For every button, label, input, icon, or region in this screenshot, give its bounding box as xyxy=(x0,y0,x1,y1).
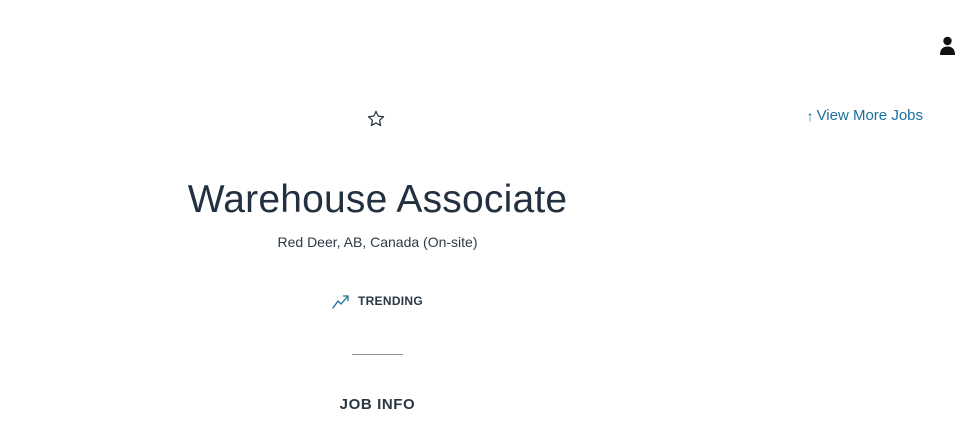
job-detail-page: ↑ View More Jobs Warehouse Associate Red… xyxy=(0,0,955,443)
arrow-up-icon: ↑ xyxy=(806,107,814,124)
job-info-heading: JOB INFO xyxy=(339,396,416,413)
star-outline-icon[interactable] xyxy=(366,109,386,129)
user-icon[interactable] xyxy=(940,36,955,56)
trending-badge: TRENDING xyxy=(0,293,755,309)
view-more-jobs-label: View More Jobs xyxy=(816,107,923,124)
trending-label: TRENDING xyxy=(357,294,424,308)
job-title: Warehouse Associate xyxy=(187,178,568,221)
section-divider xyxy=(352,354,403,355)
job-location: Red Deer, AB, Canada (On-site) xyxy=(277,234,478,250)
trending-up-icon xyxy=(332,295,349,309)
view-more-jobs-link[interactable]: ↑ View More Jobs xyxy=(807,107,923,124)
